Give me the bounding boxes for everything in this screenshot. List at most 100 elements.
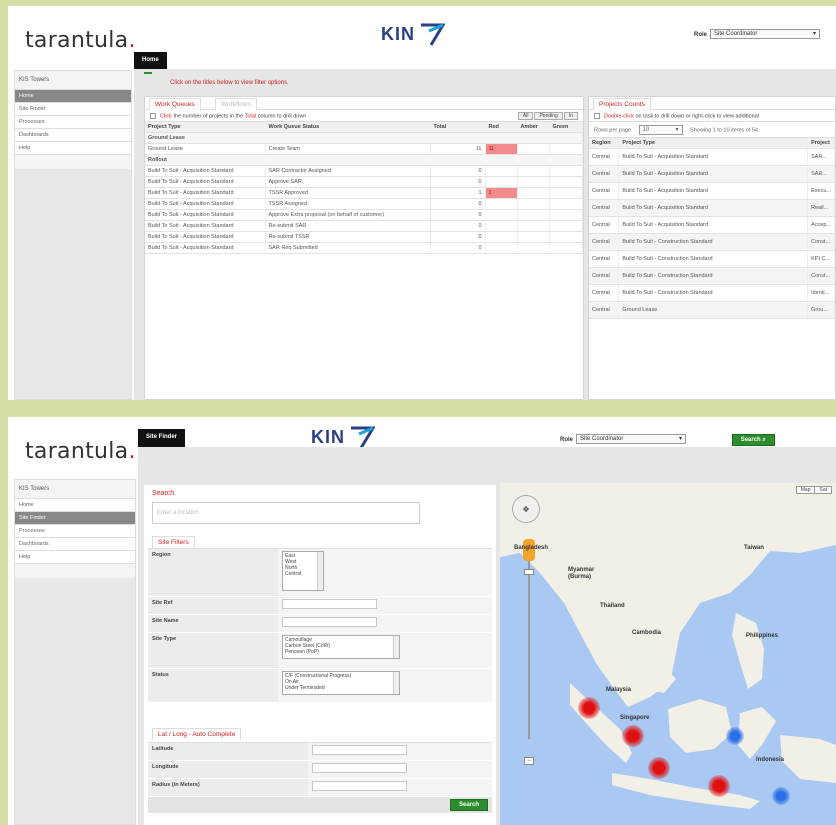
- col-work-queue-status[interactable]: Work Queue Status: [265, 122, 431, 133]
- zoom-out-button[interactable]: −: [524, 757, 534, 765]
- table-row[interactable]: Build To Suit - Acquisition Standard SAR …: [145, 165, 583, 177]
- map-pan-control[interactable]: ✥: [512, 495, 540, 523]
- latlong-search-button[interactable]: Search: [449, 799, 488, 811]
- col-region[interactable]: Region: [589, 138, 620, 149]
- table-cell[interactable]: 11: [430, 143, 486, 155]
- col-project-type[interactable]: Project Type: [145, 122, 266, 133]
- table-row[interactable]: Build To Suit - Acquisition Standard TSSR…: [145, 187, 583, 199]
- table-row[interactable]: Build To Suit - Acquisition Standard Appr…: [145, 209, 583, 221]
- status-list[interactable]: C/F (Constructional Progress) On Air Under…: [282, 671, 400, 695]
- tab-home[interactable]: Home: [134, 52, 167, 70]
- tarantula-logo[interactable]: tarantula.: [25, 28, 136, 53]
- tab-site-finder[interactable]: Site Finder: [138, 429, 186, 447]
- sidebar-item-home[interactable]: Home: [15, 499, 135, 512]
- map-type-satellite-button[interactable]: Sat: [815, 487, 831, 493]
- table-row[interactable]: Central Build To Suit - Construction Stan…: [589, 250, 835, 268]
- table-row[interactable]: Central Ground Lease Grou...: [589, 301, 835, 319]
- site-cluster-marker[interactable]: [578, 697, 600, 719]
- region-option-central[interactable]: Central: [285, 571, 321, 577]
- site-type-option[interactable]: Penosan (PoP): [285, 649, 397, 655]
- table-cell[interactable]: 0: [430, 242, 486, 254]
- tab-projects-counts[interactable]: Projects Counts: [593, 98, 651, 110]
- table-group-row[interactable]: Ground Lease: [145, 132, 583, 144]
- region-list[interactable]: East West North Central: [282, 551, 324, 591]
- sidebar-item-help[interactable]: Help: [15, 551, 135, 564]
- sidebar-item-processes[interactable]: Processes: [15, 116, 131, 129]
- projects-counts-body: Central Build To Suit - Acquisition Stand…: [589, 148, 835, 319]
- site-type-list[interactable]: Camouflage Carbon Steel (CoW) Penosan (PoP…: [282, 635, 400, 659]
- latitude-input[interactable]: [312, 745, 407, 755]
- table-row[interactable]: Central Build To Suit - Acquisition Stand…: [589, 199, 835, 217]
- role-select[interactable]: Site Coordinator ▾: [710, 29, 821, 39]
- role-select[interactable]: Site Coordinator ▾: [576, 434, 687, 444]
- table-row[interactable]: Central Build To Suit - Acquisition Stand…: [589, 182, 835, 200]
- table-cell[interactable]: 0: [430, 209, 486, 221]
- table-cell[interactable]: 0: [430, 231, 486, 243]
- map-view[interactable]: Map Sat ✥ − Bangladesh Myanmar (Burma) Ta…: [500, 483, 836, 825]
- tab-work-queues[interactable]: Work Queues: [149, 98, 201, 110]
- site-name-input[interactable]: [282, 617, 377, 627]
- table-cell: [549, 143, 583, 155]
- tarantula-logo[interactable]: tarantula.: [25, 439, 136, 464]
- sidebar-item-dashboards[interactable]: Dashboards: [15, 538, 135, 551]
- table-group-row[interactable]: Rollout: [145, 154, 583, 166]
- col-red[interactable]: Red: [485, 122, 518, 133]
- status-option[interactable]: Under Terminated: [285, 685, 397, 691]
- location-input[interactable]: Enter a location: [152, 502, 420, 524]
- tab-latlong[interactable]: Lat / Long - Auto Complete: [152, 728, 242, 740]
- table-cell: [485, 231, 518, 243]
- site-ref-input[interactable]: [282, 599, 377, 609]
- col-project[interactable]: Project: [807, 138, 835, 149]
- scrollbar[interactable]: [317, 552, 323, 590]
- radius-input[interactable]: [312, 781, 407, 791]
- table-row[interactable]: Build To Suit - Acquisition Standard Re-s…: [145, 231, 583, 243]
- zoom-slider[interactable]: [528, 559, 530, 739]
- table-row[interactable]: Build To Suit - Acquisition Standard TSSR…: [145, 198, 583, 210]
- map-type-map-button[interactable]: Map: [796, 487, 816, 493]
- col-total[interactable]: Total: [430, 122, 486, 133]
- scrollbar[interactable]: [393, 672, 399, 694]
- table-row[interactable]: Central Build To Suit - Construction Stan…: [589, 284, 835, 302]
- expand-checkbox[interactable]: [594, 113, 600, 119]
- tab-workflows[interactable]: Workflows: [215, 98, 257, 110]
- sidebar-item-site-finder[interactable]: Site Finder: [15, 512, 135, 525]
- table-row[interactable]: Build To Suit - Acquisition Standard Appr…: [145, 176, 583, 188]
- filter-icon[interactable]: [144, 72, 152, 78]
- site-cluster-marker[interactable]: [648, 757, 670, 779]
- table-cell[interactable]: 0: [430, 198, 486, 210]
- filter-all-button[interactable]: All: [517, 112, 534, 120]
- sidebar-item-processes[interactable]: Processes: [15, 525, 135, 538]
- header-search-button[interactable]: Search ⌕: [731, 433, 775, 446]
- table-row[interactable]: Central Build To Suit - Construction Stan…: [589, 267, 835, 285]
- longitude-input[interactable]: [312, 763, 407, 773]
- site-cluster-marker[interactable]: [772, 787, 790, 805]
- sidebar-item-home[interactable]: Home: [15, 90, 131, 103]
- zoom-handle[interactable]: [524, 569, 534, 575]
- col-green[interactable]: Green: [549, 122, 583, 133]
- tab-site-filters[interactable]: Site Filters: [152, 536, 195, 548]
- table-cell[interactable]: 0: [430, 220, 486, 232]
- table-row[interactable]: Central Build To Suit - Acquisition Stand…: [589, 216, 835, 234]
- sidebar-item-site-finder[interactable]: Site Finder: [15, 103, 131, 116]
- scrollbar[interactable]: [393, 636, 399, 658]
- col-amber[interactable]: Amber: [517, 122, 550, 133]
- filter-pending-button[interactable]: Pending: [534, 112, 563, 120]
- table-row[interactable]: Build To Suit - Acquisition Standard SAR …: [145, 242, 583, 254]
- table-row[interactable]: Central Build To Suit - Construction Stan…: [589, 233, 835, 251]
- site-cluster-marker[interactable]: [622, 725, 644, 747]
- table-cell[interactable]: 0: [430, 176, 486, 188]
- sidebar-item-help[interactable]: Help: [15, 142, 131, 155]
- table-cell[interactable]: 0: [430, 165, 486, 177]
- table-row[interactable]: Central Build To Suit - Acquisition Stand…: [589, 148, 835, 166]
- table-row[interactable]: Build To Suit - Acquisition Standard Re-s…: [145, 220, 583, 232]
- site-cluster-marker[interactable]: [708, 775, 730, 797]
- table-cell[interactable]: 1: [430, 187, 486, 199]
- filter-in-button[interactable]: In: [563, 112, 578, 120]
- col-project-type[interactable]: Project Type: [618, 138, 809, 149]
- expand-checkbox[interactable]: [150, 113, 156, 119]
- site-cluster-marker[interactable]: [726, 727, 744, 745]
- table-row[interactable]: Central Build To Suit - Acquisition Stand…: [589, 165, 835, 183]
- rows-per-page-select[interactable]: 10 ▾: [638, 125, 683, 135]
- sidebar-item-dashboards[interactable]: Dashboards: [15, 129, 131, 142]
- table-row[interactable]: Ground Lease Create Team 11 11: [145, 143, 583, 155]
